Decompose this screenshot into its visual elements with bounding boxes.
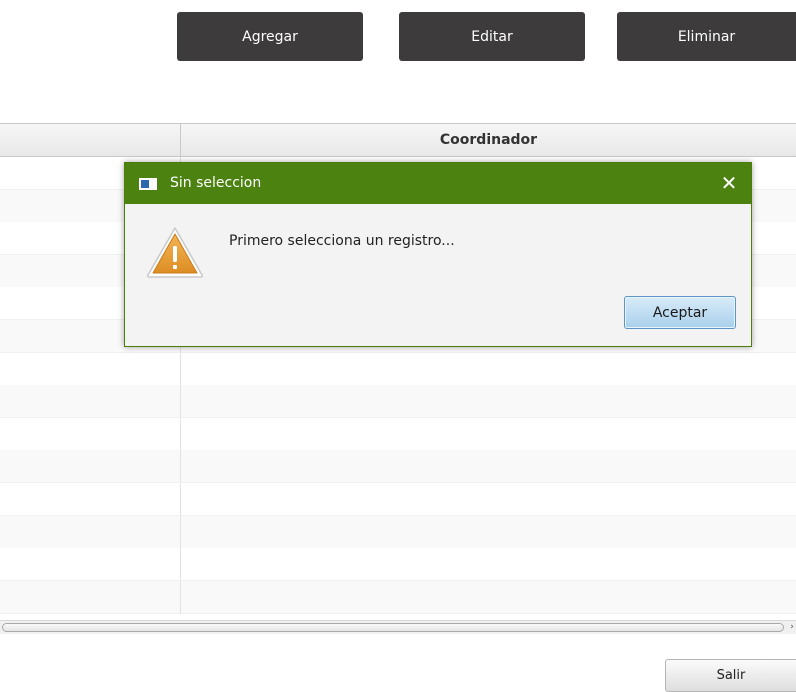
table-row[interactable] (0, 483, 796, 516)
column-header-coordinador[interactable]: Coordinador (181, 124, 796, 156)
table-row[interactable] (0, 352, 796, 386)
add-button[interactable]: Agregar (177, 12, 363, 61)
table-row[interactable] (0, 580, 796, 614)
table-cell (0, 515, 181, 548)
table-header: Coordinador (0, 124, 796, 157)
scroll-right-icon[interactable]: › (788, 621, 796, 633)
table-cell (0, 483, 181, 515)
ok-button[interactable]: Aceptar (624, 296, 736, 329)
column-header-first[interactable] (0, 124, 181, 156)
table-row[interactable] (0, 417, 796, 451)
table-cell (0, 417, 181, 450)
edit-button[interactable]: Editar (399, 12, 585, 61)
table-cell (0, 580, 181, 613)
no-selection-dialog: Sin seleccion ✕ Primero selecciona un re… (124, 162, 752, 347)
dialog-titlebar[interactable]: Sin seleccion ✕ (125, 163, 751, 204)
table-cell (0, 385, 181, 418)
table-row[interactable] (0, 385, 796, 419)
exit-button[interactable]: Salir (665, 659, 796, 692)
table-cell (0, 548, 181, 581)
table-cell (0, 352, 181, 385)
dialog-message: Primero selecciona un registro... (229, 233, 455, 249)
scrollbar-thumb[interactable] (2, 623, 784, 632)
window-app-icon (139, 178, 157, 190)
table-cell (0, 450, 181, 483)
table-row[interactable] (0, 450, 796, 484)
horizontal-scrollbar[interactable]: › (0, 620, 796, 634)
table-row[interactable] (0, 515, 796, 549)
delete-button[interactable]: Eliminar (617, 12, 796, 61)
warning-icon (146, 227, 204, 278)
close-icon[interactable]: ✕ (717, 171, 741, 195)
table-row[interactable] (0, 548, 796, 582)
dialog-title: Sin seleccion (170, 175, 262, 191)
